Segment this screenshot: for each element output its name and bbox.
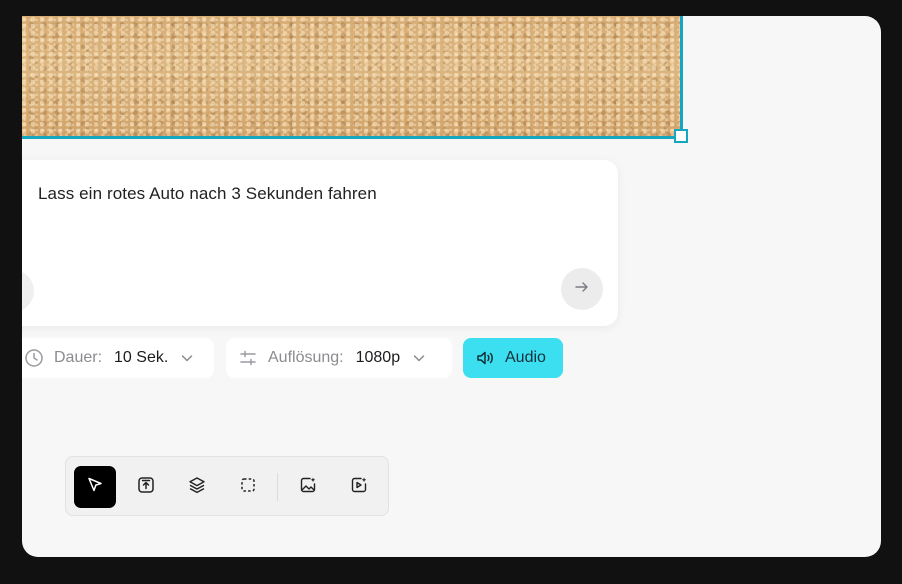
speaker-icon (475, 348, 495, 368)
audio-toggle-button[interactable]: Audio (463, 338, 563, 378)
dashed-frame-icon (239, 476, 257, 499)
duration-value: 10 Sek. (114, 349, 169, 366)
toolbar-divider (277, 473, 278, 501)
tool-layers[interactable] (176, 466, 218, 508)
layers-icon (188, 476, 206, 499)
resolution-label: Auflösung: (268, 349, 344, 366)
duration-label: Dauer: (54, 349, 103, 366)
upload-icon (137, 476, 155, 499)
canvas-image-sand[interactable] (22, 16, 683, 139)
resolution-value: 1080p (355, 349, 401, 366)
clock-icon (24, 348, 44, 368)
prompt-input[interactable]: Lass ein rotes Auto nach 3 Sekunden fahr… (38, 184, 377, 204)
resize-handle[interactable] (674, 129, 688, 143)
sliders-icon (238, 348, 258, 368)
prompt-card[interactable]: Lass ein rotes Auto nach 3 Sekunden fahr… (22, 160, 618, 326)
resolution-select[interactable]: Auflösung: 1080p (226, 338, 452, 378)
video-sparkle-icon (350, 476, 368, 499)
app-window: Lass ein rotes Auto nach 3 Sekunden fahr… (22, 16, 881, 557)
chevron-down-icon (180, 351, 194, 365)
duration-select[interactable]: Dauer: 10 Sek. (22, 338, 214, 378)
tool-frame[interactable] (227, 466, 269, 508)
cursor-icon (86, 476, 104, 499)
chevron-down-icon (412, 351, 426, 365)
tool-image-generate[interactable] (287, 466, 329, 508)
tool-upload[interactable] (125, 466, 167, 508)
tool-select[interactable] (74, 466, 116, 508)
audio-label: Audio (505, 349, 546, 366)
image-sparkle-icon (299, 476, 317, 499)
attach-button[interactable] (22, 270, 34, 312)
arrow-right-icon (574, 279, 590, 300)
tool-video-generate[interactable] (338, 466, 380, 508)
bottom-toolbar (65, 456, 389, 516)
send-button[interactable] (561, 268, 603, 310)
